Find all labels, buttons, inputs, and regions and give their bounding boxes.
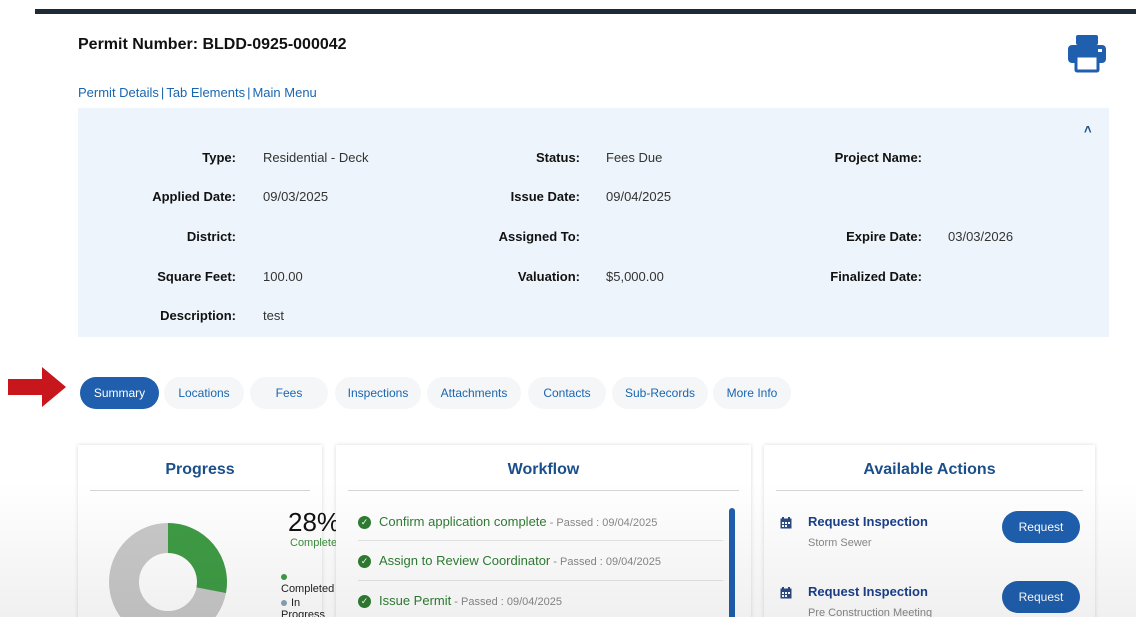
finalized-date-label: Finalized Date:	[830, 269, 922, 284]
workflow-scrollbar[interactable]	[729, 508, 735, 617]
status-value: Fees Due	[606, 150, 663, 165]
tab-fees[interactable]: Fees	[250, 377, 328, 409]
workflow-item[interactable]: ✓ Assign to Review Coordinator - Passed :…	[358, 553, 661, 569]
tab-summary[interactable]: Summary	[80, 377, 159, 409]
permit-page: Permit Number: BLDD-0925-000042 Permit D…	[35, 14, 1136, 617]
workflow-item-name: Confirm application complete	[379, 514, 547, 529]
action-subtitle: Pre Construction Meeting	[808, 607, 933, 617]
workflow-title: Workflow	[507, 461, 580, 478]
link-separator: |	[247, 85, 251, 100]
square-feet-label: Square Feet:	[157, 269, 236, 284]
status-label: Status:	[535, 150, 580, 165]
issue-date-label: Issue Date:	[510, 189, 580, 204]
red-arrow-icon	[8, 367, 66, 407]
tab-attachments[interactable]: Attachments	[427, 377, 521, 409]
progress-donut-chart	[109, 523, 227, 617]
valuation-label: Valuation:	[517, 269, 580, 284]
left-frame	[0, 0, 35, 617]
legend-item-in-progress: In Progress	[281, 597, 325, 617]
tab-inspections[interactable]: Inspections	[335, 377, 421, 409]
available-actions-panel: Available Actions Request Inspection Sto…	[764, 445, 1095, 617]
workflow-item-name: Assign to Review Coordinator	[379, 553, 551, 568]
action-title[interactable]: Request Inspection	[808, 584, 928, 599]
workflow-panel: Workflow ✓ Confirm application complete -…	[336, 445, 751, 617]
divider	[358, 580, 723, 581]
calendar-icon	[780, 517, 792, 529]
link-tab-elements[interactable]: Tab Elements	[166, 85, 245, 100]
tab-contacts[interactable]: Contacts	[528, 377, 606, 409]
tab-sub-records[interactable]: Sub-Records	[612, 377, 708, 409]
progress-percent: 28%	[288, 507, 341, 537]
progress-panel: Progress 28% Completed Completed In Prog…	[78, 445, 343, 617]
district-label: District:	[186, 229, 236, 244]
tab-locations[interactable]: Locations	[164, 377, 244, 409]
expire-date-label: Expire Date:	[846, 229, 922, 244]
legend-dot-completed	[281, 574, 287, 581]
type-value: Residential - Deck	[263, 150, 369, 165]
action-title[interactable]: Request Inspection	[808, 514, 928, 529]
page-title: Permit Number: BLDD-0925-000042	[78, 36, 347, 53]
square-feet-value: 100.00	[263, 269, 303, 284]
calendar-icon	[780, 587, 792, 599]
legend-item-completed: Completed	[281, 571, 334, 595]
description-value: test	[263, 308, 284, 323]
available-actions-title: Available Actions	[863, 461, 996, 478]
divider	[358, 540, 723, 541]
permit-details-panel: ˄ Type: Residential - Deck Status: Fees …	[78, 108, 1109, 337]
legend-label: In Progress	[281, 597, 326, 617]
link-main-menu[interactable]: Main Menu	[252, 85, 316, 100]
description-label: Description:	[160, 308, 236, 323]
check-circle-icon: ✓	[358, 595, 371, 609]
progress-title: Progress	[165, 461, 235, 478]
divider	[90, 490, 310, 491]
check-circle-icon: ✓	[358, 555, 371, 569]
type-label: Type:	[202, 150, 236, 165]
check-circle-icon: ✓	[358, 516, 371, 530]
workflow-item-meta: - Passed : 09/04/2025	[451, 596, 562, 608]
breadcrumb-links: Permit Details | Tab Elements | Main Menu	[78, 85, 317, 100]
assigned-to-label: Assigned To:	[498, 229, 580, 244]
link-permit-details[interactable]: Permit Details	[78, 85, 159, 100]
divider	[776, 490, 1083, 491]
valuation-value: $5,000.00	[606, 269, 664, 284]
link-separator: |	[160, 85, 165, 100]
print-icon[interactable]	[1065, 32, 1109, 74]
applied-date-label: Applied Date:	[152, 189, 236, 204]
collapse-caret-icon[interactable]: ˄	[1084, 122, 1092, 137]
legend-label: Completed	[281, 583, 335, 595]
workflow-item-meta: - Passed : 09/04/2025	[546, 517, 658, 529]
tab-more-info[interactable]: More Info	[713, 377, 791, 409]
action-subtitle: Storm Sewer	[808, 537, 872, 549]
divider	[348, 490, 739, 491]
applied-date-value: 09/03/2025	[263, 189, 329, 204]
workflow-item[interactable]: ✓ Issue Permit - Passed : 09/04/2025	[358, 593, 562, 609]
request-button[interactable]: Request	[1002, 581, 1080, 613]
expire-date-value: 03/03/2026	[948, 229, 1014, 244]
workflow-item-name: Issue Permit	[379, 593, 452, 608]
issue-date-value: 09/04/2025	[606, 189, 672, 204]
legend-dot-in-progress	[281, 600, 287, 607]
workflow-item[interactable]: ✓ Confirm application complete - Passed :…	[358, 514, 658, 530]
project-name-label: Project Name:	[834, 150, 922, 165]
donut-completed	[167, 523, 227, 594]
request-button[interactable]: Request	[1002, 511, 1080, 543]
workflow-item-meta: - Passed : 09/04/2025	[550, 556, 661, 568]
